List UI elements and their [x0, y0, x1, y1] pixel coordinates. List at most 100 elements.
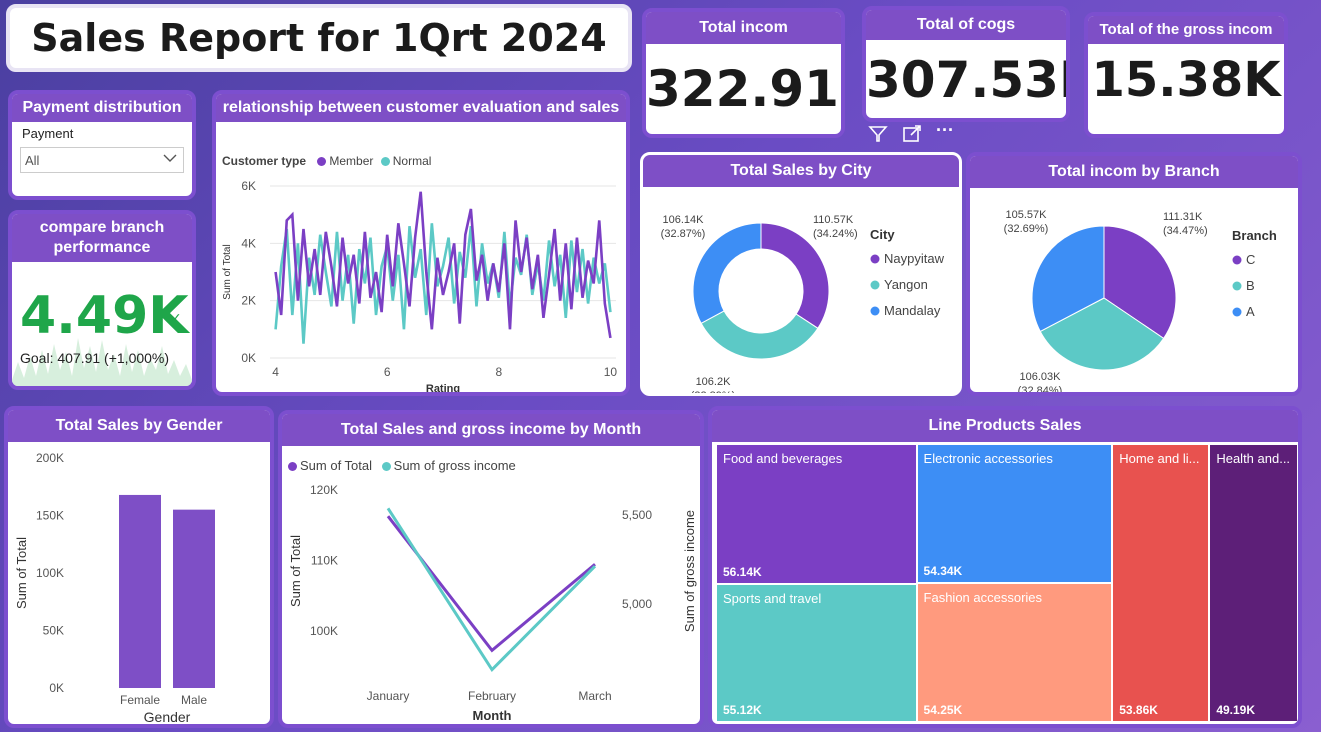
slice-pct-label: (34.24%) [813, 228, 858, 240]
treemap-cell-label: Electronic accessories [923, 451, 1053, 466]
kpi-income-value: 322.91K [646, 60, 841, 118]
payment-selected: All [25, 153, 40, 168]
more-options-icon[interactable]: ··· [936, 120, 954, 141]
visual-toolbar: ··· [866, 120, 966, 150]
slice-value-label: 106.14K [663, 214, 705, 226]
payment-label: Payment [22, 126, 74, 141]
treemap-cell[interactable]: Fashion accessories 54.25K [916, 583, 1113, 722]
kpi-gross-card[interactable]: Total of the gross incom 15.38K [1084, 12, 1288, 138]
month-series-total [386, 515, 596, 653]
treemap-cell[interactable]: Food and beverages 56.14K [716, 444, 917, 585]
payment-header: Payment distribution [12, 94, 192, 122]
pie-legend-title: Branch [1232, 228, 1277, 243]
legend-label-a: A [1246, 304, 1255, 319]
legend-label-naypyitaw: Naypyitaw [884, 251, 945, 266]
branch-chart-card[interactable]: Total incom by Branch 111.31K (34.47%) 106… [966, 152, 1302, 396]
rating-chart-card[interactable]: relationship between customer evaluation… [212, 90, 630, 396]
slice-pct-label: (32.89%) [691, 390, 736, 395]
gender-chart-title: Total Sales by Gender [8, 410, 270, 442]
city-chart-title: Total Sales by City [643, 155, 959, 187]
month-xtick: January [367, 689, 410, 703]
legend-normal-dot [380, 157, 390, 167]
slice-value-label: 106.03K [1020, 371, 1062, 383]
treemap-cell-value: 55.12K [723, 702, 762, 717]
slice-value-label: 105.57K [1006, 209, 1048, 221]
month-legend: Sum of Total Sum of gross income [288, 458, 516, 473]
legend-label-c: C [1246, 252, 1255, 267]
month-chart-card[interactable]: Total Sales and gross income by Month Su… [278, 410, 704, 728]
month-y2label: Sum of gross income [682, 510, 697, 632]
slice-pct-label: (32.84%) [1018, 385, 1063, 396]
gender-bar-female [119, 494, 161, 688]
gender-ytick: 100K [36, 566, 64, 580]
kpi-income-card[interactable]: Total incom 322.91K [642, 8, 845, 138]
treemap-cell-value: 54.34K [923, 564, 963, 579]
legend-total-dot [288, 462, 297, 472]
treemap-cell-label: Food and beverages [723, 451, 843, 466]
treemap-cell[interactable]: Health and... 49.19K [1209, 444, 1298, 722]
rating-xtick: 8 [495, 365, 502, 379]
pie-legend-title: City [870, 227, 895, 242]
kpi-gross-value: 15.38K [1091, 52, 1281, 108]
gender-xtick: Female [120, 693, 160, 707]
treemap-cell[interactable]: Sports and travel 55.12K [716, 584, 917, 722]
payment-slicer-card: Payment distribution Payment All [8, 90, 196, 200]
rating-xlabel: Rating [426, 383, 460, 393]
rating-legend: Customer type Member Normal [222, 154, 431, 168]
gender-ytick: 150K [36, 509, 64, 523]
rating-xtick: 6 [384, 365, 391, 379]
products-chart-card[interactable]: Line Products Sales Food and beverages 56… [708, 406, 1302, 728]
city-chart-card[interactable]: Total Sales by City 110.57K (34.24%) 106.2… [640, 152, 962, 396]
month-chart-title: Total Sales and gross income by Month [282, 414, 700, 446]
city-plot: 110.57K (34.24%) 106.2K (32.89%) 106.14K (32.… [661, 214, 945, 395]
month-y2tick: 5,500 [622, 508, 652, 522]
month-ytick: 110K [311, 553, 338, 567]
products-chart-title: Line Products Sales [712, 410, 1298, 442]
branch-plot: 111.31K (34.47%) 106.03K (32.84%) 105.57K (32… [1004, 209, 1277, 396]
month-ytick: 120K [310, 483, 338, 497]
gender-bar-male [173, 509, 215, 688]
legend-normal[interactable]: Normal [393, 154, 432, 168]
branch-performance-card: compare branch performance 4.49K ✓ Goal:… [8, 210, 196, 390]
slice-yangon [700, 310, 819, 360]
month-xtick: March [578, 689, 611, 703]
treemap-cell-label: Health and... [1216, 451, 1291, 466]
filter-icon[interactable] [868, 124, 888, 149]
rating-ytick: 6K [241, 179, 256, 193]
slice-value-label: 111.31K [1163, 211, 1203, 223]
treemap-cell[interactable]: Home and li... 53.86K [1112, 444, 1210, 722]
kpi-income-label: Total incom [646, 12, 841, 44]
gender-plot: 0K 50K 100K 150K 200K Female Male Gender Sum of … [14, 451, 215, 725]
focus-mode-icon[interactable] [902, 124, 922, 149]
legend-dot [870, 306, 880, 316]
branch-chart-title: Total incom by Branch [970, 156, 1298, 188]
legend-dot [1232, 307, 1242, 317]
branch-perf-goal: Goal: 407.91 (+1,000%) [20, 350, 170, 366]
products-treemap: Food and beverages 56.14K Electronic acces… [716, 444, 1298, 722]
slice-pct-label: (32.87%) [661, 228, 706, 240]
legend-member[interactable]: Member [329, 154, 373, 168]
title-card: Sales Report for 1Qrt 2024 [6, 4, 632, 72]
kpi-cogs-value: 307.53K [866, 51, 1066, 109]
month-xlabel: Month [473, 708, 512, 723]
treemap-cell[interactable]: Electronic accessories 54.34K [916, 444, 1113, 584]
rating-ytick: 4K [241, 236, 256, 250]
treemap-cell-value: 53.86K [1119, 703, 1158, 717]
kpi-cogs-card[interactable]: Total of cogs 307.53K [862, 6, 1070, 122]
gender-chart-card[interactable]: Total Sales by Gender 0K 50K 100K 150K 200K F… [4, 406, 274, 728]
legend-gross[interactable]: Sum of gross income [394, 458, 516, 473]
legend-dot [1232, 281, 1242, 291]
legend-total[interactable]: Sum of Total [300, 458, 372, 473]
payment-dropdown[interactable]: All [20, 147, 184, 173]
gender-ytick: 0K [49, 681, 64, 695]
rating-chart-title: relationship between customer evaluation… [216, 94, 626, 122]
rating-xtick: 4 [272, 365, 279, 379]
treemap-cell-value: 54.25K [923, 702, 963, 717]
slice-value-label: 106.2K [696, 376, 732, 388]
branch-performance-header: compare branch performance [12, 214, 192, 262]
slice-pct-label: (32.69%) [1004, 223, 1049, 235]
legend-dot [870, 254, 880, 264]
month-ytick: 100K [310, 624, 338, 638]
check-icon: ✓ [170, 310, 182, 326]
gender-xlabel: Gender [144, 709, 191, 725]
